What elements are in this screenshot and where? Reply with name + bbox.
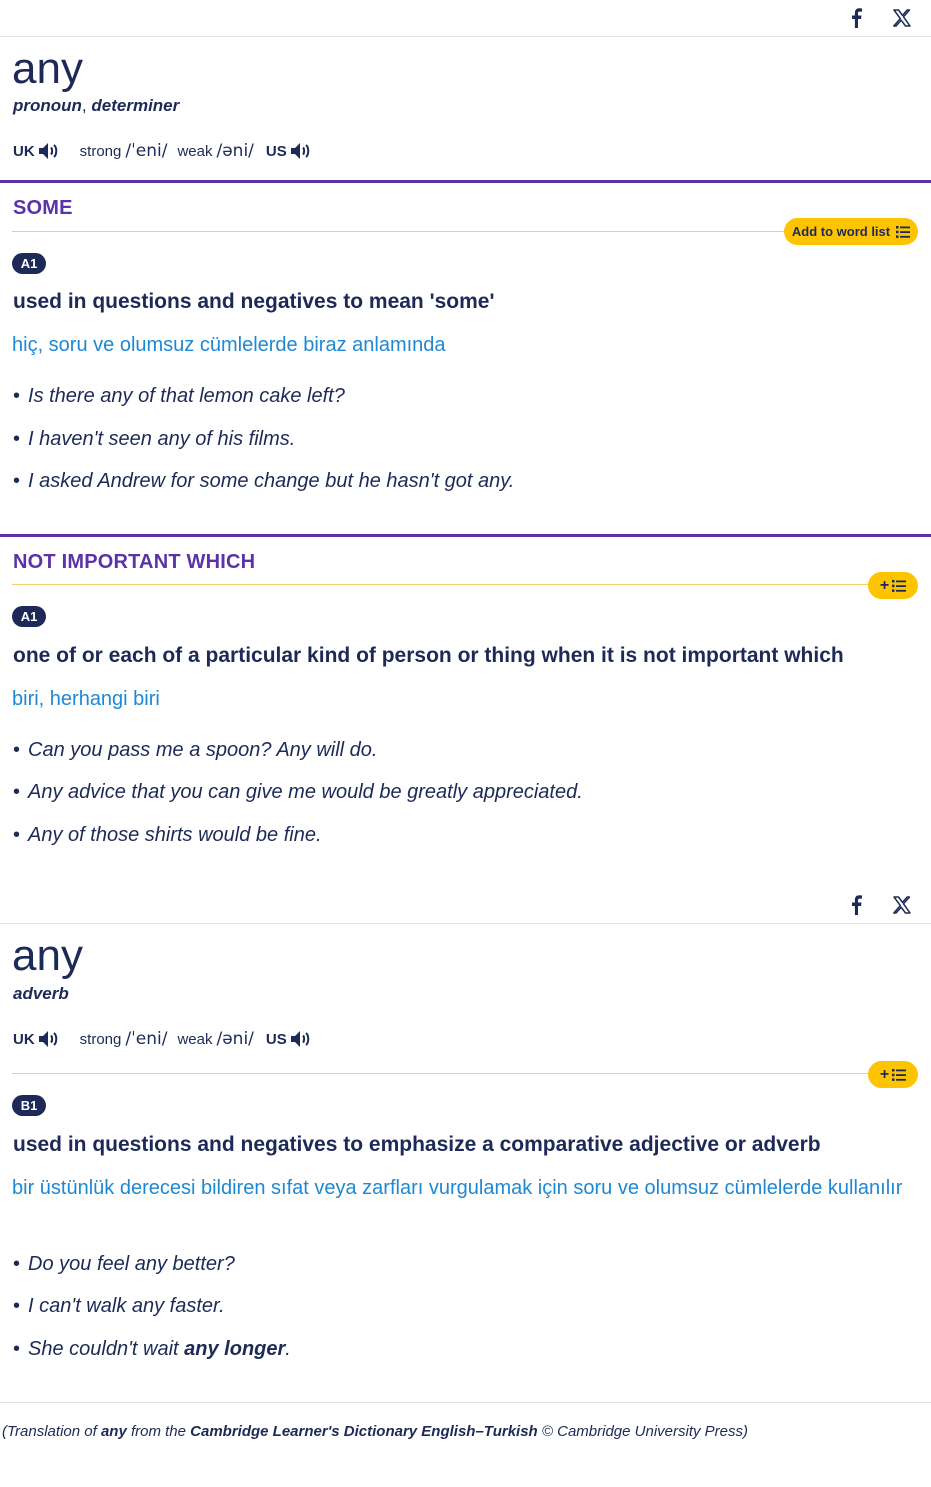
translation: biri, herhangi biri [12,688,160,710]
us-label: US [265,1030,287,1048]
credit-text: from the [126,1423,191,1440]
share-bar [0,0,931,37]
example-sentence: • Do you feel any better? [13,1253,235,1276]
translation-credit: (Translation of any from the Cambridge L… [2,1423,748,1440]
translation: hiç, soru ve olumsuz cümlelerde biraz an… [12,334,446,356]
weak-label: weak [177,142,213,160]
us-label: US [265,142,287,160]
weak-ipa: /əni/ [216,141,254,161]
bullet: • [13,1338,21,1360]
us-audio-speaker-icon[interactable] [290,139,316,163]
example-sentence: • I can't walk any faster. [13,1295,225,1318]
bullet: • [13,824,21,846]
strong-label: strong [79,142,122,160]
bullet: • [13,470,21,492]
plus-icon: + [879,576,890,594]
definition: used in questions and negatives to mean … [13,290,495,313]
x-icon[interactable] [889,892,915,918]
credit-text: (Translation of [2,1423,101,1440]
plus-icon: + [879,1065,890,1083]
bullet: • [13,428,21,450]
facebook-icon[interactable] [843,5,869,31]
pos-pronoun[interactable]: pronoun [13,96,82,115]
example-sentence: • Can you pass me a spoon? Any will do. [13,739,377,762]
example-sentence: • I asked Andrew for some change but he h… [13,470,514,493]
bullet: • [13,1295,21,1317]
list-icon [892,1068,907,1081]
credit-book-title: Cambridge Learner's Dictionary English–T… [190,1423,538,1440]
add-to-word-list-label: Add to word list [791,224,891,239]
level-badge: A1 [12,253,46,274]
uk-audio-speaker-icon[interactable] [38,1027,64,1051]
example-text: She couldn't wait [28,1338,185,1360]
credit-word: any [100,1423,127,1440]
bullet: • [13,739,21,761]
sense-divider [0,180,931,183]
weak-label: weak [177,1030,213,1048]
example-text: I haven't seen any of his films. [28,428,296,450]
sense-rule [12,231,792,232]
uk-label: UK [13,142,35,160]
example-text: I asked Andrew for some change but he ha… [28,470,515,492]
example-sentence: • Any advice that you can give me would b… [13,781,583,804]
sense-divider [0,534,931,537]
headword: any [12,44,83,93]
weak-ipa: /əni/ [216,1029,254,1049]
sense-heading: NOT IMPORTANT WHICH [13,551,256,573]
example-text: Any advice that you can give me would be… [28,781,583,803]
pos-adverb[interactable]: adverb [13,984,69,1003]
facebook-icon[interactable] [843,892,869,918]
bullet: • [13,781,21,803]
headword: any [12,931,83,980]
level-badge: B1 [12,1095,46,1116]
pos-separator: , [81,96,87,115]
pronunciation-row: UK strong /ˈeni/ weak /əni/ US [13,138,316,164]
part-of-speech: adverb [13,984,69,1004]
bullet: • [13,385,21,407]
part-of-speech: pronoun, determiner [13,96,179,116]
strong-ipa: /ˈeni/ [125,141,168,161]
level-badge: A1 [12,606,46,627]
example-sentence: • Is there any of that lemon cake left? [13,385,345,408]
definition: one of or each of a particular kind of p… [13,644,844,667]
sense-heading: SOME [13,197,73,219]
example-tail: . [285,1338,291,1360]
example-sentence: • She couldn't wait any longer. [13,1338,291,1361]
sense-rule [12,584,872,585]
add-to-word-list-button[interactable]: Add to word list [784,218,918,245]
share-bar [0,887,931,924]
list-icon [892,579,907,592]
add-to-word-list-button[interactable]: + [868,1061,918,1088]
credit-text: © Cambridge University Press) [537,1423,748,1440]
uk-label: UK [13,1030,35,1048]
uk-audio-speaker-icon[interactable] [38,139,64,163]
strong-label: strong [79,1030,122,1048]
strong-ipa: /ˈeni/ [125,1029,168,1049]
x-icon[interactable] [889,5,915,31]
example-text: Any of those shirts would be fine. [28,824,322,846]
pronunciation-row: UK strong /ˈeni/ weak /əni/ US [13,1026,316,1052]
sense-rule [12,1073,872,1074]
pos-determiner[interactable]: determiner [91,96,179,115]
example-highlight: any longer [184,1338,286,1360]
footer-divider [0,1402,931,1403]
example-text: I can't walk any faster. [28,1295,225,1317]
example-sentence: • Any of those shirts would be fine. [13,824,322,847]
bullet: • [13,1253,21,1275]
example-text: Is there any of that lemon cake left? [28,385,345,407]
list-icon [896,225,911,238]
definition: used in questions and negatives to empha… [13,1133,821,1156]
example-text: Do you feel any better? [28,1253,235,1275]
add-to-word-list-button[interactable]: + [868,572,918,599]
translation: bir üstünlük derecesi bildiren sıfat vey… [12,1177,903,1199]
us-audio-speaker-icon[interactable] [290,1027,316,1051]
example-text: Can you pass me a spoon? Any will do. [28,739,378,761]
example-sentence: • I haven't seen any of his films. [13,428,295,451]
